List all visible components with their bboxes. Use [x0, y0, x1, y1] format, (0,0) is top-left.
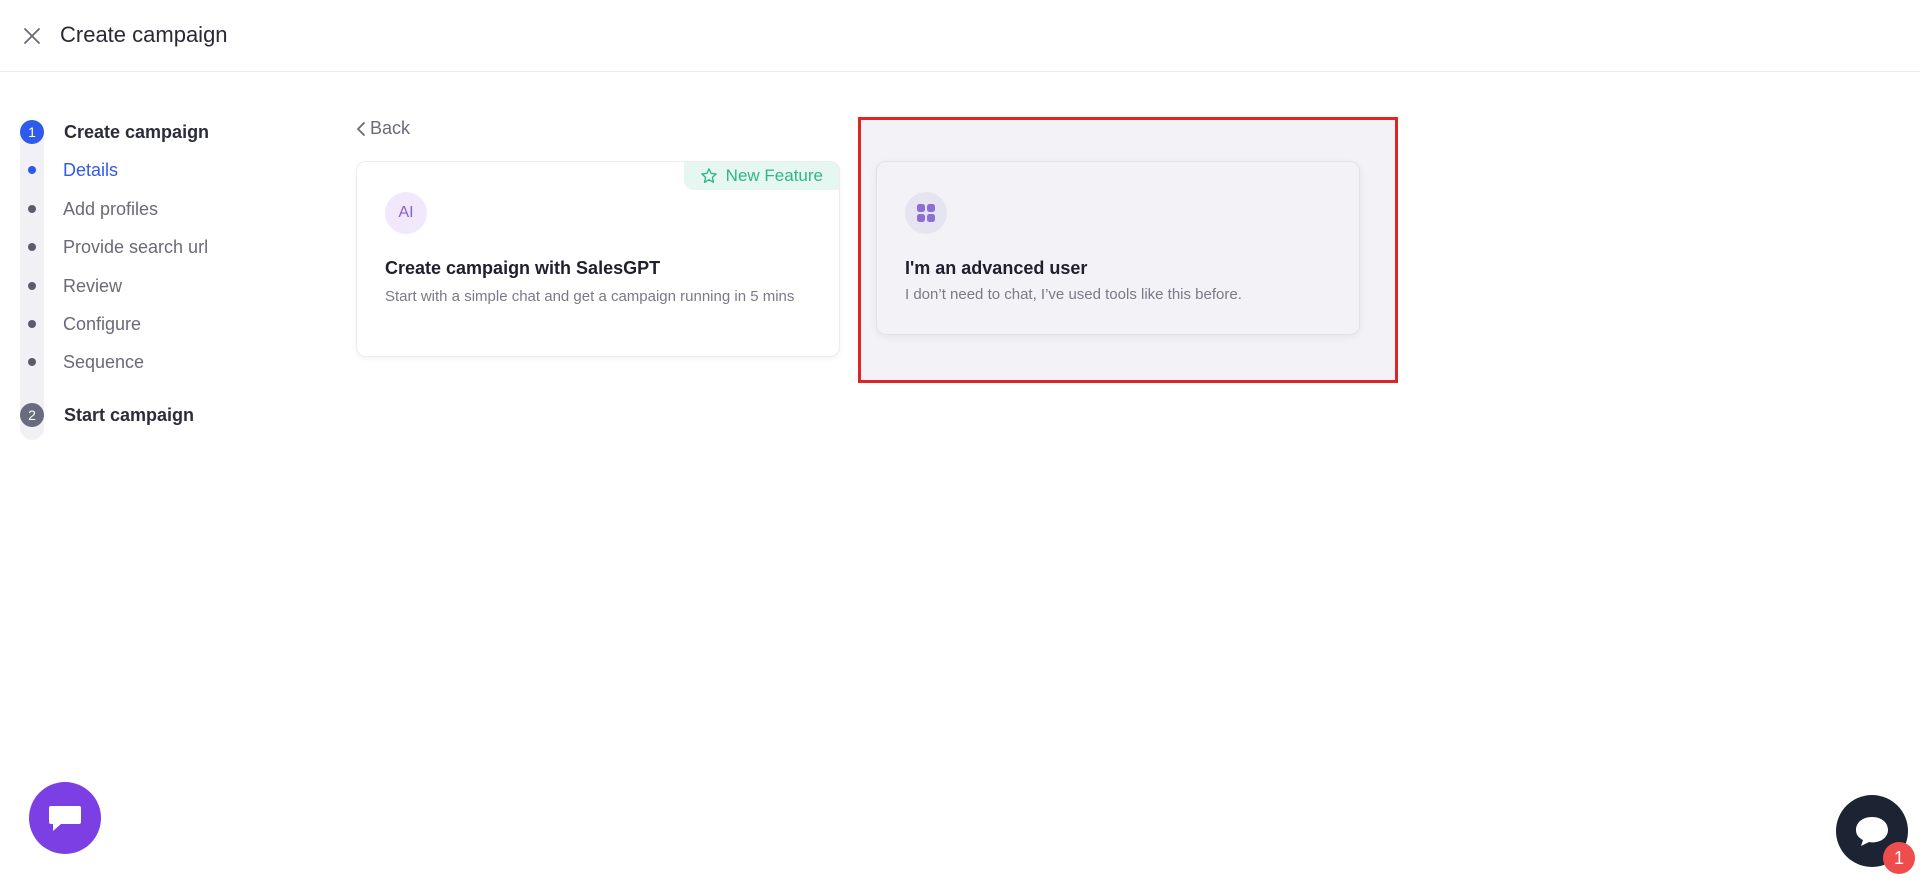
sidebar-item-label: Configure: [63, 313, 142, 334]
chevron-left-icon: [357, 121, 365, 136]
sidebar-item-label: Add profiles: [63, 198, 159, 219]
step-create-campaign[interactable]: 1 Create campaign: [20, 120, 209, 144]
ai-icon: AI: [385, 192, 427, 234]
sidebar-item-sequence[interactable]: Sequence: [20, 350, 144, 374]
step-start-campaign[interactable]: 2 Start campaign: [20, 403, 194, 427]
close-icon[interactable]: [20, 24, 44, 48]
sidebar-item-add-profiles[interactable]: Add profiles: [20, 197, 158, 221]
sidebar-item-label: Review: [63, 275, 123, 296]
top-bar: Create campaign: [0, 0, 1920, 72]
new-feature-badge: New Feature: [683, 162, 839, 190]
step-dot: [28, 166, 36, 174]
back-button[interactable]: Back: [356, 118, 410, 139]
card-title: Create campaign with SalesGPT: [385, 258, 661, 278]
step-label: Start campaign: [64, 404, 195, 425]
advanced-user-card[interactable]: I'm an advanced user I don’t need to cha…: [876, 161, 1360, 335]
card-description: I don’t need to chat, I’ve used tools li…: [905, 286, 1242, 303]
sidebar-item-review[interactable]: Review: [20, 274, 122, 298]
grid-icon: [905, 192, 947, 234]
sidebar-item-label: Sequence: [63, 351, 145, 372]
sidebar-item-label: Details: [63, 159, 119, 180]
step-label: Create campaign: [64, 121, 210, 142]
step-dot: [28, 358, 36, 366]
salesgpt-campaign-card[interactable]: New Feature AI Create campaign with Sale…: [356, 161, 840, 357]
step-dot: [28, 320, 36, 328]
step-dot: [28, 205, 36, 213]
badge-label: New Feature: [725, 166, 823, 185]
chat-bubble-icon[interactable]: [29, 782, 101, 854]
sidebar-item-details[interactable]: Details: [20, 158, 118, 182]
sidebar-item-provide-search-url[interactable]: Provide search url: [20, 235, 208, 259]
sidebar-item-label: Provide search url: [63, 236, 209, 257]
page-title: Create campaign: [60, 22, 228, 47]
sidebar-item-configure[interactable]: Configure: [20, 312, 141, 336]
step-dot: [28, 282, 36, 290]
notification-badge: 1: [1883, 842, 1915, 874]
star-icon: [700, 168, 717, 183]
step-number: 2: [20, 403, 44, 427]
back-label: Back: [370, 118, 411, 138]
card-title: I'm an advanced user: [905, 258, 1088, 278]
card-description: Start with a simple chat and get a campa…: [385, 288, 795, 305]
step-number: 1: [20, 120, 44, 144]
step-dot: [28, 243, 36, 251]
